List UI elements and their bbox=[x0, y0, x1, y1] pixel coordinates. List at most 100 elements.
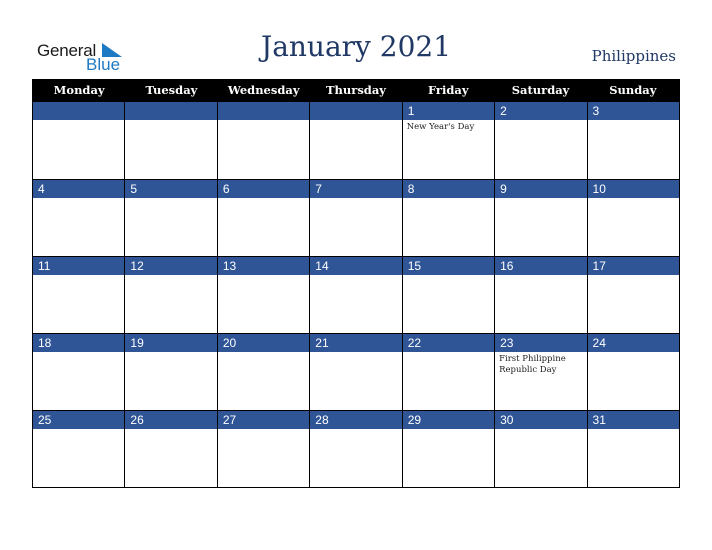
day-cell[interactable]: 14 bbox=[309, 257, 402, 333]
holiday-label bbox=[403, 198, 494, 200]
day-cell[interactable]: 30 bbox=[494, 411, 587, 487]
day-cell[interactable]: 27 bbox=[216, 411, 310, 487]
week-row: 1 New Year's Day 2 3 bbox=[33, 102, 679, 179]
day-number: 18 bbox=[33, 334, 125, 352]
day-cell[interactable]: 23 First Philippine Republic Day bbox=[494, 334, 587, 410]
day-cell[interactable]: 8 bbox=[401, 180, 495, 256]
holiday-label bbox=[33, 275, 124, 277]
day-cell[interactable]: 5 bbox=[124, 180, 217, 256]
holiday-label bbox=[310, 120, 401, 122]
day-cell[interactable] bbox=[33, 102, 125, 179]
holiday-label bbox=[495, 120, 586, 122]
day-cell[interactable]: 17 bbox=[586, 257, 679, 333]
day-cell[interactable]: 21 bbox=[309, 334, 402, 410]
holiday-label bbox=[403, 429, 494, 431]
day-cell[interactable]: 26 bbox=[124, 411, 217, 487]
day-cell[interactable]: 11 bbox=[33, 257, 125, 333]
holiday-label bbox=[33, 120, 124, 122]
weekday-wednesday: Wednesday bbox=[227, 83, 300, 97]
holiday-label bbox=[310, 352, 401, 354]
holiday-label bbox=[33, 352, 124, 354]
weekday-friday: Friday bbox=[427, 83, 469, 97]
day-cell[interactable]: 6 bbox=[216, 180, 310, 256]
holiday-label bbox=[218, 352, 309, 354]
day-number: 25 bbox=[33, 411, 125, 429]
day-cell[interactable] bbox=[216, 102, 310, 179]
holiday-label bbox=[588, 198, 679, 200]
day-number: 11 bbox=[33, 257, 125, 275]
day-cell[interactable] bbox=[309, 102, 402, 179]
holiday-label bbox=[125, 429, 216, 431]
day-cell[interactable]: 24 bbox=[586, 334, 679, 410]
day-cell[interactable]: 10 bbox=[586, 180, 679, 256]
week-row: 18 19 20 21 22 23 First Philippine Republic Da… bbox=[33, 333, 679, 410]
holiday-label bbox=[33, 429, 124, 431]
holiday-label: First Philippine Republic Day bbox=[499, 354, 566, 375]
day-number: 6 bbox=[217, 180, 310, 198]
day-number: 8 bbox=[402, 180, 495, 198]
day-cell[interactable]: 28 bbox=[309, 411, 402, 487]
day-cell[interactable]: 25 bbox=[33, 411, 125, 487]
day-number: 19 bbox=[125, 334, 217, 352]
day-number: 26 bbox=[125, 411, 217, 429]
holiday-label: New Year's Day bbox=[406, 122, 475, 132]
day-cell[interactable]: 16 bbox=[494, 257, 587, 333]
day-number: 13 bbox=[217, 257, 310, 275]
holiday-label bbox=[125, 120, 216, 122]
day-number: 23 bbox=[495, 334, 587, 352]
day-number: 10 bbox=[587, 180, 679, 198]
holiday-label bbox=[588, 352, 679, 354]
country-label: Philippines bbox=[591, 47, 676, 65]
day-cell[interactable]: 29 bbox=[401, 411, 495, 487]
day-number: 4 bbox=[33, 180, 125, 198]
day-cell[interactable]: 31 bbox=[586, 411, 679, 487]
day-number: 29 bbox=[402, 411, 495, 429]
day-cell[interactable] bbox=[124, 102, 217, 179]
day-number: 9 bbox=[495, 180, 587, 198]
holiday-label bbox=[310, 275, 401, 277]
day-number: 28 bbox=[310, 411, 402, 429]
day-cell[interactable]: 13 bbox=[216, 257, 310, 333]
holiday-label bbox=[495, 429, 586, 431]
holiday-label bbox=[33, 198, 124, 200]
day-cell[interactable]: 7 bbox=[309, 180, 402, 256]
day-number bbox=[33, 102, 125, 120]
day-cell[interactable]: 1 New Year's Day bbox=[401, 102, 495, 179]
holiday-label bbox=[588, 275, 679, 277]
holiday-label bbox=[218, 275, 309, 277]
day-cell[interactable]: 2 bbox=[494, 102, 587, 179]
holiday-label bbox=[403, 275, 494, 277]
day-number: 31 bbox=[587, 411, 679, 429]
holiday-label bbox=[588, 429, 679, 431]
day-cell[interactable]: 4 bbox=[33, 180, 125, 256]
week-row: 4 5 6 7 8 9 10 bbox=[33, 179, 679, 256]
holiday-label bbox=[495, 275, 586, 277]
holiday-label bbox=[310, 429, 401, 431]
holiday-label bbox=[218, 120, 309, 122]
day-number: 24 bbox=[587, 334, 679, 352]
day-cell[interactable]: 9 bbox=[494, 180, 587, 256]
day-number: 16 bbox=[495, 257, 587, 275]
day-number: 30 bbox=[495, 411, 587, 429]
holiday-label bbox=[403, 352, 494, 354]
holiday-label bbox=[125, 198, 216, 200]
day-number: 5 bbox=[125, 180, 217, 198]
holiday-label bbox=[125, 352, 216, 354]
day-number: 22 bbox=[402, 334, 495, 352]
day-number: 12 bbox=[125, 257, 217, 275]
week-row: 11 12 13 14 15 16 17 bbox=[33, 256, 679, 333]
weekday-header: Monday Tuesday Wednesday Thursday Friday Satu… bbox=[33, 79, 679, 102]
day-number: 7 bbox=[310, 180, 402, 198]
day-cell[interactable]: 19 bbox=[124, 334, 217, 410]
day-number: 2 bbox=[495, 102, 587, 120]
day-cell[interactable]: 20 bbox=[216, 334, 310, 410]
day-cell[interactable]: 18 bbox=[33, 334, 125, 410]
calendar-grid: Monday Tuesday Wednesday Thursday Friday Satu… bbox=[32, 79, 680, 488]
day-number bbox=[125, 102, 217, 120]
day-cell[interactable]: 12 bbox=[124, 257, 217, 333]
day-cell[interactable]: 15 bbox=[401, 257, 495, 333]
holiday-label bbox=[218, 429, 309, 431]
day-cell[interactable]: 22 bbox=[401, 334, 495, 410]
day-number bbox=[217, 102, 310, 120]
day-cell[interactable]: 3 bbox=[586, 102, 679, 179]
